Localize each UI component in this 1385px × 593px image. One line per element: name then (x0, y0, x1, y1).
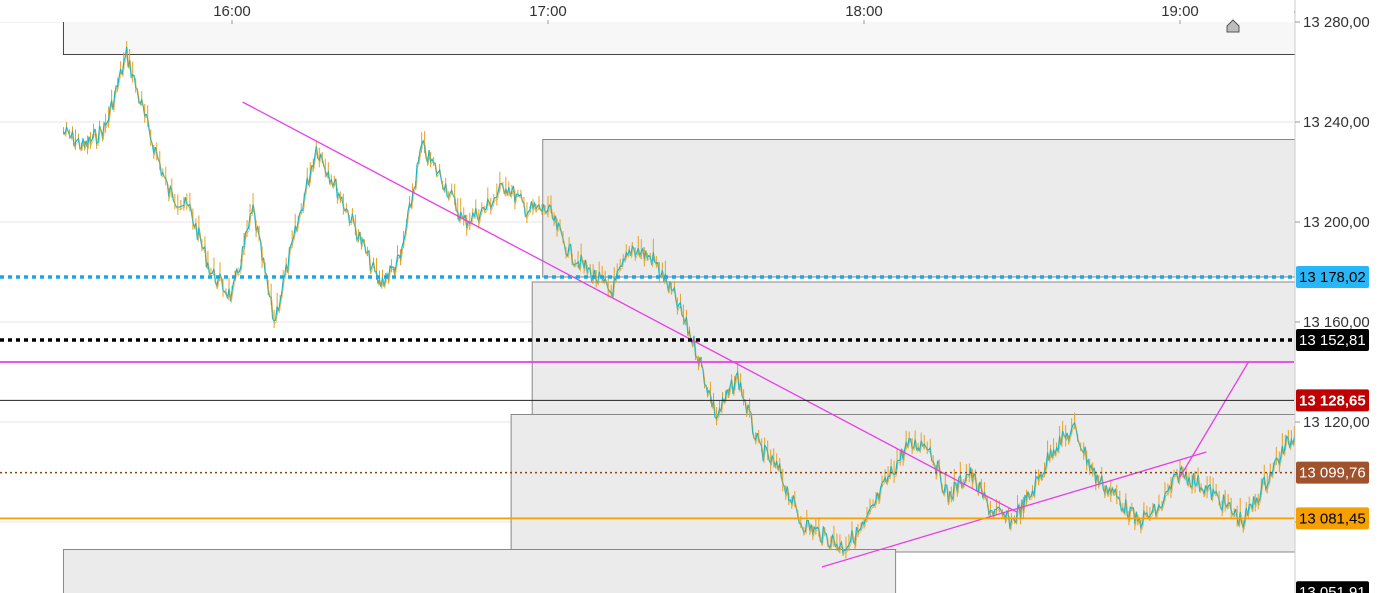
time-axis (0, 0, 1294, 22)
price-badge[interactable]: 13 081,45 (1296, 507, 1369, 530)
zone-rect (510, 414, 1385, 553)
price-badge-label: 13 099,76 (1299, 465, 1366, 482)
zone-rect (531, 281, 1385, 415)
price-chart[interactable]: 16:00 17:00 18:00 19:00 13 280,00 13 240,00 13… (0, 0, 1385, 593)
price-badge[interactable]: 13 051,91 (1296, 581, 1369, 593)
price-badge[interactable]: 13 128,65 (1296, 389, 1369, 412)
zone-rect (542, 139, 1385, 278)
price-badge-label: 13 178,02 (1299, 269, 1366, 286)
x-tick-label: 17:00 (529, 3, 567, 20)
price-badge[interactable]: 13 178,02 (1296, 265, 1369, 288)
price-badge-label: 13 051,91 (1299, 584, 1366, 593)
x-tick-label: 18:00 (845, 3, 883, 20)
price-badge[interactable]: 13 152,81 (1296, 328, 1369, 351)
y-tick-label: 13 200,00 (1303, 214, 1370, 231)
y-tick-label: 13 120,00 (1303, 414, 1370, 431)
price-axis[interactable] (1295, 0, 1385, 593)
price-badge-label: 13 152,81 (1299, 332, 1366, 349)
price-badge[interactable]: 13 099,76 (1296, 461, 1369, 484)
price-badge-label: 13 081,45 (1299, 510, 1366, 527)
zone-rect (62, 549, 897, 593)
y-tick-label: 13 280,00 (1303, 14, 1370, 31)
x-tick-label: 16:00 (213, 3, 251, 20)
y-tick-label: 13 160,00 (1303, 314, 1370, 331)
x-tick-label: 19:00 (1161, 3, 1199, 20)
price-badge-label: 13 128,65 (1299, 392, 1366, 409)
chart-canvas[interactable]: 16:00 17:00 18:00 19:00 13 280,00 13 240,00 13… (0, 0, 1385, 593)
y-tick-label: 13 240,00 (1303, 114, 1370, 131)
